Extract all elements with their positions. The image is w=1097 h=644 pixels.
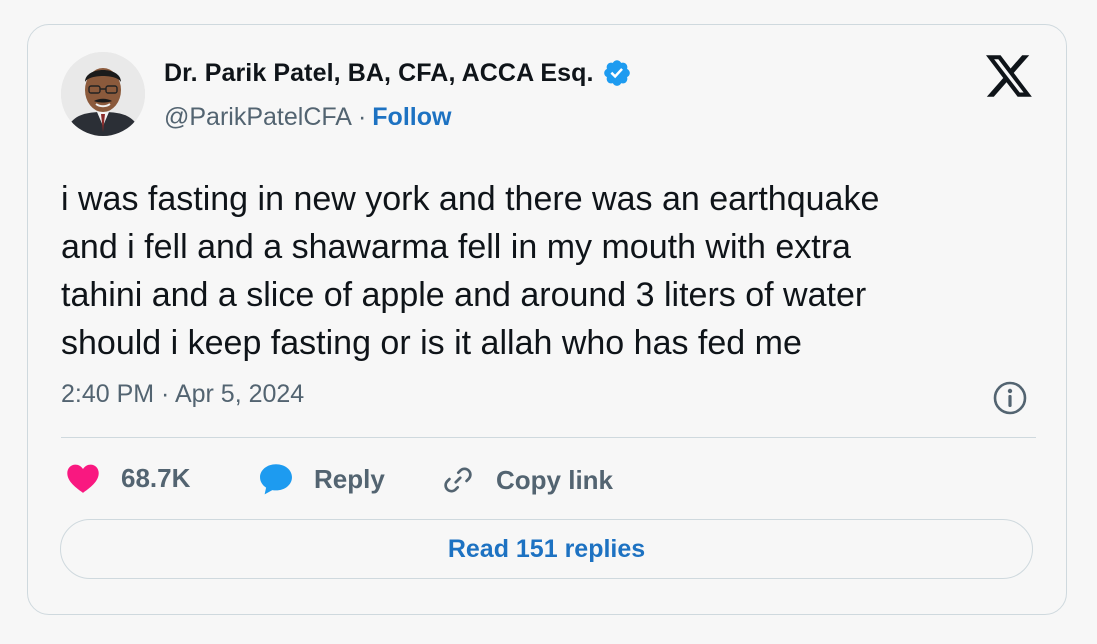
tweet-text: i was fasting in new york and there was … [61, 180, 880, 362]
link-icon [444, 467, 472, 493]
avatar[interactable] [61, 52, 145, 136]
divider [61, 437, 1036, 438]
handle-row: @ParikPatelCFA · Follow [164, 103, 451, 132]
like-count: 68.7K [121, 462, 191, 493]
reply-button[interactable]: Reply [258, 462, 385, 496]
copy-link-button[interactable]: Copy link [440, 462, 613, 498]
reply-label: Reply [314, 463, 385, 494]
separator-dot: · [357, 103, 367, 131]
read-replies-button[interactable]: Read 151 replies [60, 519, 1033, 579]
verified-badge-icon [603, 60, 630, 86]
tweet-card: Dr. Parik Patel, BA, CFA, ACCA Esq. @Par… [27, 24, 1067, 615]
author-name[interactable]: Dr. Parik Patel, BA, CFA, ACCA Esq. [164, 59, 594, 88]
heart-icon [67, 464, 99, 493]
tweet-timestamp[interactable]: 2:40 PM · Apr 5, 2024 [61, 380, 304, 409]
x-logo-icon[interactable] [986, 55, 1032, 97]
copy-link-label: Copy link [496, 464, 614, 495]
follow-button[interactable]: Follow [372, 103, 451, 131]
speech-bubble-icon [260, 464, 292, 495]
info-icon[interactable] [992, 380, 1028, 416]
like-button[interactable]: 68.7K [65, 462, 190, 494]
author-handle[interactable]: @ParikPatelCFA [164, 103, 352, 131]
author-name-row: Dr. Parik Patel, BA, CFA, ACCA Esq. [164, 58, 632, 88]
avatar-image [61, 52, 145, 136]
